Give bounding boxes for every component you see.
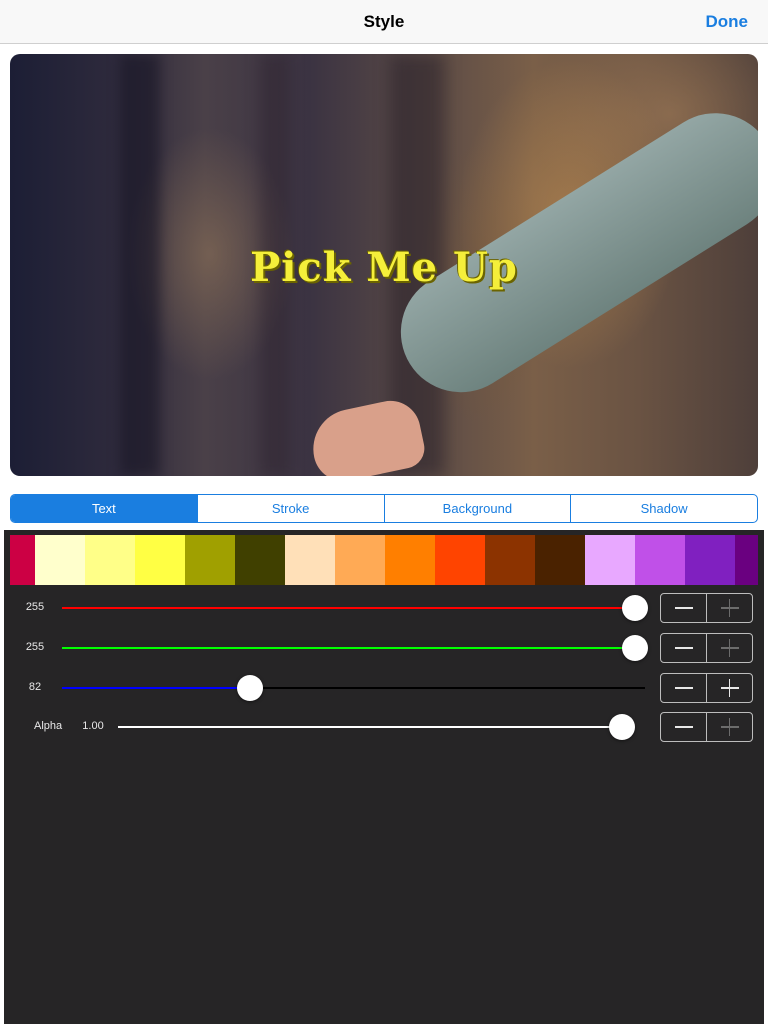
blue-decrement-button[interactable]: [661, 674, 706, 702]
minus-icon: [674, 599, 693, 617]
red-increment-button[interactable]: [706, 594, 752, 622]
blue-value: 82: [28, 681, 42, 693]
alpha-decrement-button[interactable]: [661, 713, 706, 741]
red-stepper: [660, 593, 753, 623]
color-swatch[interactable]: [135, 535, 185, 585]
alpha-value: 1.00: [82, 720, 104, 732]
plus-icon: [720, 679, 739, 697]
alpha-slider-fill: [118, 726, 632, 728]
blue-slider[interactable]: [62, 675, 645, 701]
red-slider-row: 255: [4, 593, 764, 623]
plus-icon: [720, 599, 739, 617]
color-swatch[interactable]: [385, 535, 435, 585]
done-button[interactable]: Done: [706, 12, 749, 32]
green-slider-fill: [62, 647, 645, 649]
tab-text[interactable]: Text: [11, 495, 197, 522]
color-swatch[interactable]: [535, 535, 585, 585]
color-swatch[interactable]: [585, 535, 635, 585]
color-swatch[interactable]: [685, 535, 735, 585]
minus-icon: [674, 639, 693, 657]
color-swatch[interactable]: [335, 535, 385, 585]
green-increment-button[interactable]: [706, 634, 752, 662]
style-tabs: Text Stroke Background Shadow: [10, 494, 758, 523]
color-swatch[interactable]: [285, 535, 335, 585]
green-decrement-button[interactable]: [661, 634, 706, 662]
alpha-slider[interactable]: [118, 714, 635, 740]
color-panel: 255 255 82 Alpha 1.00: [4, 530, 764, 1024]
plus-icon: [720, 639, 739, 657]
plus-icon: [720, 718, 739, 736]
tab-shadow[interactable]: Shadow: [570, 495, 757, 522]
green-value: 255: [25, 641, 45, 653]
tab-stroke[interactable]: Stroke: [196, 495, 384, 522]
preview-image: Pick Me Up: [10, 54, 758, 476]
color-swatch[interactable]: [435, 535, 485, 585]
red-slider[interactable]: [62, 595, 648, 621]
color-swatch[interactable]: [35, 535, 85, 585]
blue-stepper: [660, 673, 753, 703]
color-swatch[interactable]: [85, 535, 135, 585]
alpha-increment-button[interactable]: [706, 713, 752, 741]
color-palette: [10, 535, 758, 585]
color-swatch[interactable]: [10, 535, 35, 585]
alpha-label: Alpha: [34, 720, 63, 732]
alpha-slider-row: Alpha 1.00: [4, 712, 764, 742]
tab-background[interactable]: Background: [383, 495, 571, 522]
alpha-stepper: [660, 712, 753, 742]
minus-icon: [674, 718, 693, 736]
blue-increment-button[interactable]: [706, 674, 752, 702]
red-slider-thumb[interactable]: [622, 595, 648, 621]
preview-caption-text[interactable]: Pick Me Up: [10, 244, 758, 291]
minus-icon: [674, 679, 693, 697]
alpha-slider-thumb[interactable]: [609, 714, 635, 740]
blue-slider-row: 82: [4, 673, 764, 703]
green-stepper: [660, 633, 753, 663]
page-title: Style: [363, 12, 405, 31]
red-slider-fill: [62, 607, 645, 609]
color-swatch[interactable]: [185, 535, 235, 585]
color-swatch[interactable]: [635, 535, 685, 585]
blue-slider-thumb[interactable]: [237, 675, 263, 701]
color-swatch[interactable]: [235, 535, 285, 585]
navigation-bar: Style Done: [0, 0, 768, 44]
color-swatch[interactable]: [485, 535, 535, 585]
red-decrement-button[interactable]: [661, 594, 706, 622]
red-value: 255: [25, 601, 45, 613]
hand: [305, 395, 429, 476]
green-slider-thumb[interactable]: [622, 635, 648, 661]
green-slider[interactable]: [62, 635, 648, 661]
green-slider-row: 255: [4, 633, 764, 663]
color-swatch[interactable]: [735, 535, 758, 585]
blue-slider-fill: [62, 687, 250, 689]
